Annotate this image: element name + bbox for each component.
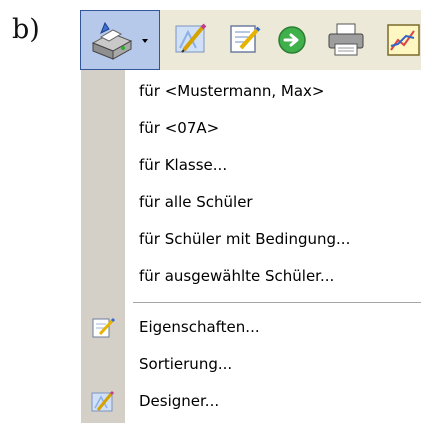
print-button[interactable]	[320, 10, 374, 70]
menu-item-for-students-with-condition[interactable]: für Schüler mit Bedingung...	[81, 222, 421, 259]
print-dropdown-menu: für <Mustermann, Max> für <07A> für Klas…	[81, 70, 421, 423]
menu-item-label: für ausgewählte Schüler...	[139, 267, 335, 285]
edit-properties-icon	[92, 317, 115, 338]
menu-item-sorting[interactable]: Sortierung...	[81, 347, 421, 384]
printer-icon	[328, 23, 364, 56]
print-split-button[interactable]	[80, 10, 160, 70]
toolbar	[80, 10, 421, 70]
designer-icon	[91, 390, 115, 412]
menu-item-for-current-student[interactable]: für <Mustermann, Max>	[81, 74, 421, 111]
menu-item-label: für <Mustermann, Max>	[139, 82, 325, 100]
menu-item-label: für alle Schüler	[139, 193, 253, 211]
menu-item-label: Sortierung...	[139, 355, 233, 373]
panel-label: b)	[12, 14, 40, 45]
properties-button[interactable]	[220, 10, 270, 70]
chart-button[interactable]	[382, 10, 421, 70]
menu-item-designer[interactable]: Designer...	[81, 384, 421, 421]
chart-icon	[387, 24, 420, 56]
dropdown-arrow-icon[interactable]	[142, 39, 148, 43]
menu-item-label: für <07A>	[139, 119, 220, 137]
menu-item-for-all-students[interactable]: für alle Schüler	[81, 185, 421, 222]
menu-item-label: für Klasse...	[139, 156, 228, 174]
designer-icon	[175, 23, 207, 53]
menu-item-for-current-class[interactable]: für <07A>	[81, 111, 421, 148]
menu-item-properties[interactable]: Eigenschaften...	[81, 310, 421, 347]
menu-item-label: für Schüler mit Bedingung...	[139, 230, 351, 248]
menu-item-label: Eigenschaften...	[139, 318, 260, 336]
menu-item-for-class[interactable]: für Klasse...	[81, 148, 421, 185]
menu-item-label: Designer...	[139, 392, 220, 410]
designer-button[interactable]	[164, 10, 218, 70]
edit-properties-icon	[230, 25, 261, 53]
printer-setup-icon	[91, 21, 133, 60]
menu-item-for-selected-students[interactable]: für ausgewählte Schüler...	[81, 259, 421, 296]
go-arrow-icon	[278, 26, 306, 54]
menu-separator	[133, 302, 421, 304]
go-button[interactable]	[272, 10, 314, 70]
